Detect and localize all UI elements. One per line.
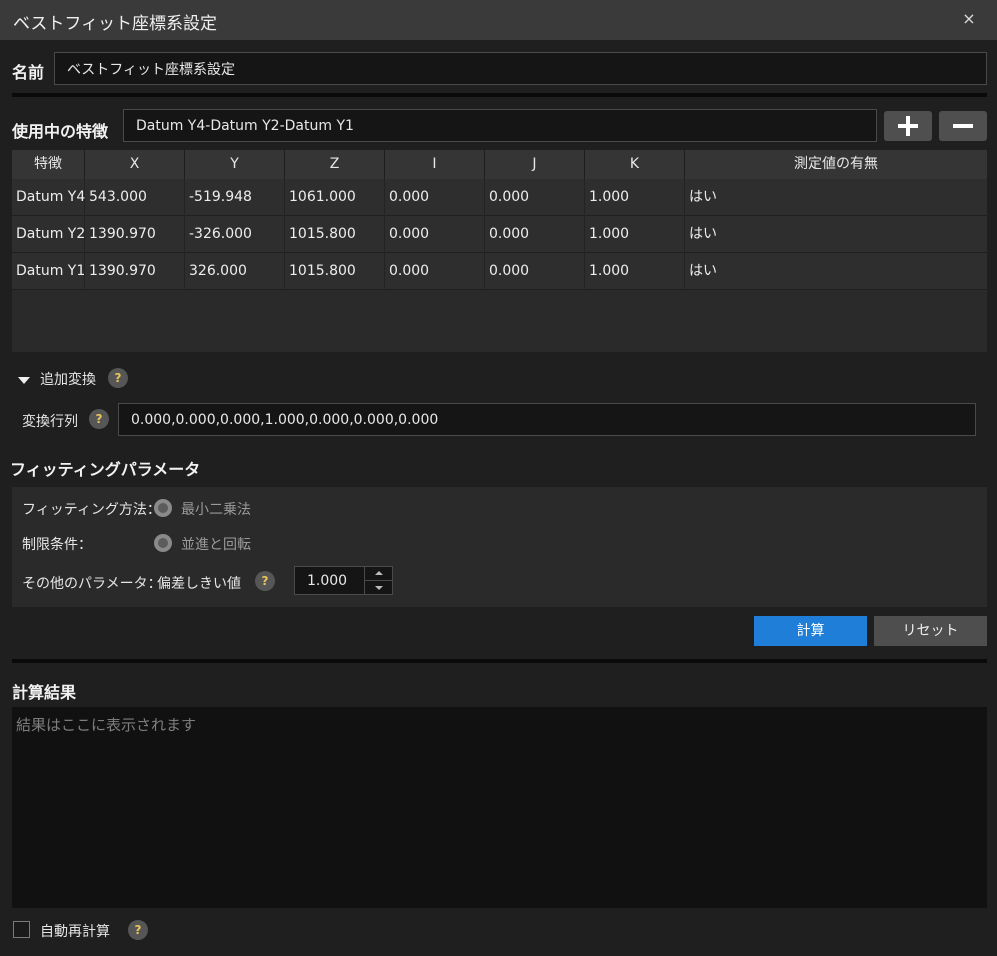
triangle-down-icon bbox=[18, 377, 30, 384]
column-header-j[interactable]: J bbox=[485, 150, 585, 179]
help-icon[interactable]: ? bbox=[255, 571, 275, 591]
table-cell: 543.000 bbox=[85, 179, 185, 216]
table-cell: 0.000 bbox=[485, 179, 585, 216]
column-header-x[interactable]: X bbox=[85, 150, 185, 179]
table-row[interactable]: Datum Y2 1390.970 -326.000 1015.800 0.00… bbox=[12, 216, 987, 253]
tolerance-value: 1.000 bbox=[307, 572, 348, 589]
feature-table: 特徴 X Y Z I J K 測定値の有無 Datum Y4 543.000 -… bbox=[12, 150, 987, 352]
spin-up-button[interactable] bbox=[365, 567, 392, 580]
add-feature-button[interactable] bbox=[884, 111, 932, 141]
table-row[interactable]: Datum Y4 543.000 -519.948 1061.000 0.000… bbox=[12, 179, 987, 216]
help-icon[interactable]: ? bbox=[89, 409, 109, 429]
constraint-value: 並進と回転 bbox=[181, 537, 251, 553]
name-input[interactable]: ベストフィット座標系設定 bbox=[54, 52, 987, 85]
extra-transform-label[interactable]: 追加変換 bbox=[40, 369, 96, 389]
table-cell: 1390.970 bbox=[85, 216, 185, 253]
table-cell: -326.000 bbox=[185, 216, 285, 253]
help-icon[interactable]: ? bbox=[108, 368, 128, 388]
divider bbox=[12, 659, 987, 663]
results-area[interactable]: 結果はここに表示されます bbox=[12, 707, 987, 908]
method-label: フィッティング方法： bbox=[22, 502, 161, 518]
auto-recalc-label[interactable]: 自動再計算 bbox=[40, 921, 110, 941]
table-cell: はい bbox=[689, 263, 717, 279]
column-header-i[interactable]: I bbox=[385, 150, 485, 179]
table-cell: 0.000 bbox=[385, 216, 485, 253]
table-cell: はい bbox=[689, 189, 717, 205]
features-label: 使用中の特徴 bbox=[12, 122, 109, 141]
name-label: 名前 bbox=[12, 63, 45, 82]
expand-toggle[interactable] bbox=[18, 373, 30, 384]
plus-icon-vertical bbox=[906, 116, 910, 136]
calculate-button[interactable]: 計算 bbox=[754, 616, 867, 646]
minus-icon bbox=[953, 124, 973, 128]
table-cell: 1015.800 bbox=[285, 216, 385, 253]
spin-down-button[interactable] bbox=[365, 581, 392, 594]
table-cell: 1.000 bbox=[585, 216, 685, 253]
results-placeholder: 結果はここに表示されます bbox=[16, 716, 197, 734]
column-header-z[interactable]: Z bbox=[285, 150, 385, 179]
table-cell: Datum Y1 bbox=[12, 253, 85, 290]
table-cell: Datum Y4 bbox=[12, 179, 85, 216]
column-header-measured[interactable]: 測定値の有無 bbox=[685, 150, 987, 179]
table-cell: 0.000 bbox=[485, 253, 585, 290]
table-cell: Datum Y2 bbox=[12, 216, 85, 253]
results-heading: 計算結果 bbox=[12, 683, 77, 702]
table-cell: はい bbox=[689, 226, 717, 242]
column-header-k[interactable]: K bbox=[585, 150, 685, 179]
remove-feature-button[interactable] bbox=[939, 111, 987, 141]
reset-button[interactable]: リセット bbox=[874, 616, 987, 646]
column-header-y[interactable]: Y bbox=[185, 150, 285, 179]
features-input[interactable]: Datum Y4-Datum Y2-Datum Y1 bbox=[123, 109, 877, 142]
table-row[interactable]: Datum Y1 1390.970 326.000 1015.800 0.000… bbox=[12, 253, 987, 290]
table-cell: 1.000 bbox=[585, 179, 685, 216]
method-radio[interactable] bbox=[154, 499, 172, 517]
matrix-label: 変換行列 bbox=[22, 414, 78, 430]
table-cell: 0.000 bbox=[385, 179, 485, 216]
table-cell: 1015.800 bbox=[285, 253, 385, 290]
table-cell: 0.000 bbox=[485, 216, 585, 253]
matrix-input[interactable]: 0.000,0.000,0.000,1.000,0.000,0.000,0.00… bbox=[118, 403, 976, 436]
table-header: 特徴 X Y Z I J K 測定値の有無 bbox=[12, 150, 987, 179]
other-params-label: その他のパラメータ： bbox=[22, 576, 162, 592]
auto-recalc-checkbox[interactable] bbox=[13, 921, 30, 938]
close-button[interactable]: × bbox=[958, 8, 980, 30]
tolerance-label: 偏差しきい値 bbox=[157, 576, 241, 592]
constraint-radio[interactable] bbox=[154, 534, 172, 552]
table-cell: 0.000 bbox=[385, 253, 485, 290]
constraint-label: 制限条件： bbox=[22, 537, 92, 553]
divider bbox=[12, 93, 987, 97]
table-cell: 326.000 bbox=[185, 253, 285, 290]
table-cell: 1061.000 bbox=[285, 179, 385, 216]
help-icon[interactable]: ? bbox=[128, 920, 148, 940]
fitting-heading: フィッティングパラメータ bbox=[10, 460, 201, 479]
table-cell: 1390.970 bbox=[85, 253, 185, 290]
table-cell: -519.948 bbox=[185, 179, 285, 216]
window-title: ベストフィット座標系設定 bbox=[13, 14, 217, 34]
column-header-feature[interactable]: 特徴 bbox=[12, 150, 85, 179]
table-cell: 1.000 bbox=[585, 253, 685, 290]
method-value: 最小二乗法 bbox=[181, 502, 251, 518]
